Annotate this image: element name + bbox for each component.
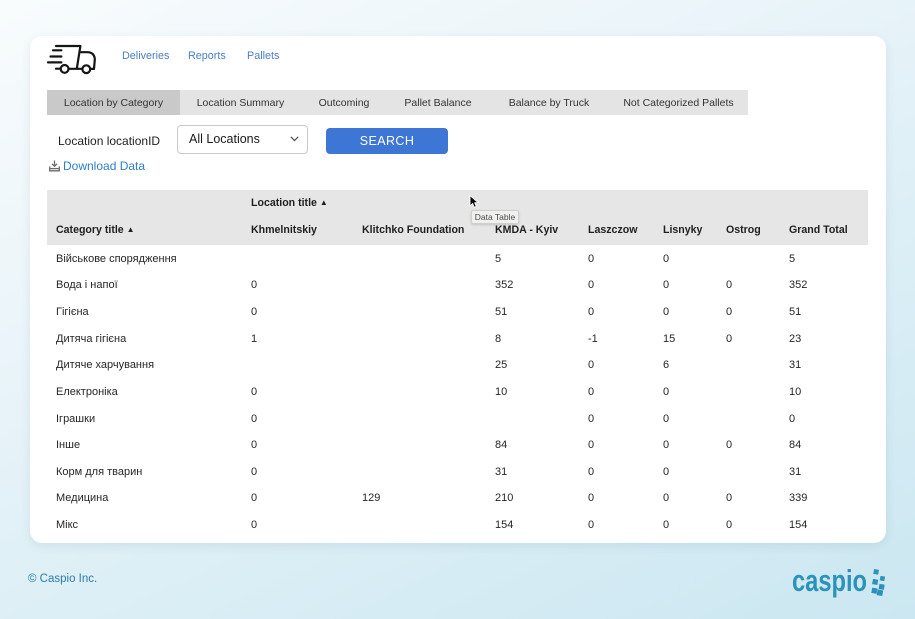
svg-text:caspio: caspio [792,563,867,598]
